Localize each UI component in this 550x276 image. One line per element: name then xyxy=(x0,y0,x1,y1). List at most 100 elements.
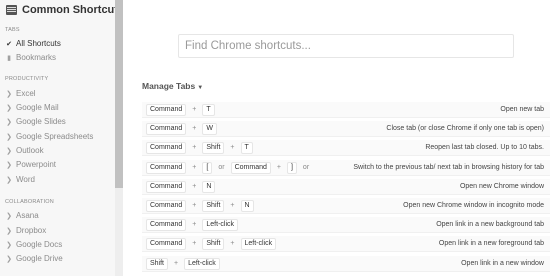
sidebar-item-powerpoint[interactable]: ❯ Powerpoint xyxy=(5,159,56,170)
search-input[interactable] xyxy=(185,40,513,52)
shortcut-row: Command + Left-click Open link in a new bac… xyxy=(142,217,550,233)
chevron-right-icon: ❯ xyxy=(6,255,12,263)
sidebar-item-google-spreadsheets[interactable]: ❯ Google Spreadsheets xyxy=(5,131,93,142)
shortcut-description: Open new Chrome window xyxy=(459,183,544,190)
key-cap: N xyxy=(240,199,254,212)
key-cap: [ xyxy=(202,161,213,174)
key-separator: + xyxy=(192,144,197,151)
key-cap: Shift xyxy=(202,237,225,250)
key-cap: ] xyxy=(286,161,297,174)
shortcut-row: Command + Shift + Left-click Open link in a n… xyxy=(142,236,550,252)
shortcut-row: Shift + Left-click Open link in a new windo… xyxy=(142,256,550,272)
sidebar-item-label: Google Mail xyxy=(16,103,59,112)
sidebar-item-label: Google Docs xyxy=(16,240,63,249)
chevron-right-icon: ❯ xyxy=(6,147,12,155)
key-separator: + xyxy=(192,221,197,228)
shortcut-keys: Shift + Left-click xyxy=(142,257,220,270)
sidebar-item-dropbox[interactable]: ❯ Dropbox xyxy=(5,225,46,236)
sidebar-item-label: Outlook xyxy=(16,146,44,155)
shortcut-row: Command + W Close tab (or close Chrome if o… xyxy=(142,121,550,137)
key-cap: Command xyxy=(146,199,187,212)
sidebar-item-bookmarks[interactable]: ▮ Bookmarks xyxy=(5,52,56,63)
key-separator: + xyxy=(230,144,235,151)
sidebar-item-all-shortcuts[interactable]: ✔ All Shortcuts xyxy=(5,38,61,49)
chevron-right-icon: ❯ xyxy=(6,227,12,235)
sidebar-item-outlook[interactable]: ❯ Outlook xyxy=(5,145,44,156)
chevron-right-icon: ❯ xyxy=(6,212,12,220)
shortcut-keys: Command + Shift + T xyxy=(142,141,253,154)
sidebar-item-label: Google Slides xyxy=(16,117,66,126)
key-separator: + xyxy=(192,164,197,171)
sidebar-item-google-drive[interactable]: ❯ Google Drive xyxy=(5,253,63,264)
shortcut-description: Close tab (or close Chrome if only one t… xyxy=(386,125,544,132)
chevron-right-icon: ❯ xyxy=(6,176,12,184)
app-title: Common Shortcuts xyxy=(22,4,115,16)
key-cap: Command xyxy=(146,218,187,231)
key-separator: + xyxy=(192,202,197,209)
sidebar-item-google-mail[interactable]: ❯ Google Mail xyxy=(5,102,59,113)
key-cap: Left-click xyxy=(202,218,239,231)
key-cap: Left-click xyxy=(184,257,220,270)
sidebar-item-google-docs[interactable]: ❯ Google Docs xyxy=(5,239,62,250)
key-separator: + xyxy=(174,260,179,267)
key-separator: + xyxy=(192,240,197,247)
group-title-manage-tabs[interactable]: Manage Tabs ▼ xyxy=(142,81,203,91)
shortcut-row: Command + Shift + N Open new Chrome window in… xyxy=(142,198,550,214)
section-title-tabs: TABS xyxy=(5,27,20,33)
key-cap: Command xyxy=(146,180,187,193)
key-cap: W xyxy=(202,122,217,135)
key-cap: Command xyxy=(146,161,187,174)
key-cap: Command xyxy=(146,141,187,154)
key-cap: T xyxy=(202,103,215,116)
shortcut-keys: Command + Shift + N xyxy=(142,199,254,212)
check-icon: ✔ xyxy=(6,40,12,48)
shortcut-description: Open link in a new background tab xyxy=(436,221,544,228)
key-separator: + xyxy=(276,164,281,171)
chevron-right-icon: ❯ xyxy=(6,161,12,169)
sidebar-item-label: Word xyxy=(16,175,35,184)
sidebar-item-label: Powerpoint xyxy=(16,160,57,169)
sidebar-item-google-slides[interactable]: ❯ Google Slides xyxy=(5,116,66,127)
section-title-productivity: PRODUCTIVITY xyxy=(5,76,49,82)
key-cap: Shift xyxy=(202,141,225,154)
key-separator: + xyxy=(230,240,235,247)
section-title-collaboration: COLLABORATION xyxy=(5,199,54,205)
shortcut-row: Command + Shift + T Reopen last tab closed. U… xyxy=(142,140,550,156)
sidebar-item-asana[interactable]: ❯ Asana xyxy=(5,210,39,221)
sidebar-scrollbar[interactable] xyxy=(115,0,123,276)
shortcut-description: Open link in a new foreground tab xyxy=(438,240,544,247)
shortcut-description: Open new Chrome window in incognito mode xyxy=(403,202,544,209)
sidebar-item-label: All Shortcuts xyxy=(16,39,61,48)
key-cap: Command xyxy=(146,122,187,135)
chevron-right-icon: ❯ xyxy=(6,241,12,249)
app-header: Common Shortcuts xyxy=(6,2,115,18)
shortcut-description: Open link in a new window xyxy=(461,260,544,267)
shortcut-row: Command + [or Command +] or Switch to the prev… xyxy=(142,160,550,176)
shortcut-keys: Command + Left-click xyxy=(142,218,239,231)
key-separator: + xyxy=(192,183,197,190)
sidebar-item-label: Dropbox xyxy=(16,226,47,235)
sidebar-item-label: Google Drive xyxy=(16,254,63,263)
sidebar-item-label: Bookmarks xyxy=(16,53,57,62)
shortcut-keys: Command + Shift + Left-click xyxy=(142,237,277,250)
shortcut-row: Command + N Open new Chrome window xyxy=(142,179,550,195)
caret-down-icon: ▼ xyxy=(197,85,204,91)
key-cap: Command xyxy=(146,103,187,116)
key-cap: N xyxy=(202,180,216,193)
shortcut-keys: Command + W xyxy=(142,122,217,135)
sidebar: Common Shortcuts TABS ✔ All Shortcuts ▮ … xyxy=(0,0,115,276)
key-cap: Left-click xyxy=(240,237,277,250)
key-separator: + xyxy=(192,106,197,113)
scrollbar-thumb[interactable] xyxy=(115,0,123,188)
shortcut-description: Reopen last tab closed. Up to 10 tabs. xyxy=(425,144,544,151)
chevron-right-icon: ❯ xyxy=(6,133,12,141)
key-separator: + xyxy=(230,202,235,209)
shortcut-row: Command + T Open new tab xyxy=(142,102,550,118)
key-cap: Command xyxy=(146,237,187,250)
key-cap: Command xyxy=(230,161,271,174)
sidebar-item-word[interactable]: ❯ Word xyxy=(5,174,35,185)
key-cap: Shift xyxy=(202,199,225,212)
sidebar-item-label: Excel xyxy=(16,89,36,98)
sidebar-item-excel[interactable]: ❯ Excel xyxy=(5,88,36,99)
key-or: or xyxy=(302,164,310,171)
